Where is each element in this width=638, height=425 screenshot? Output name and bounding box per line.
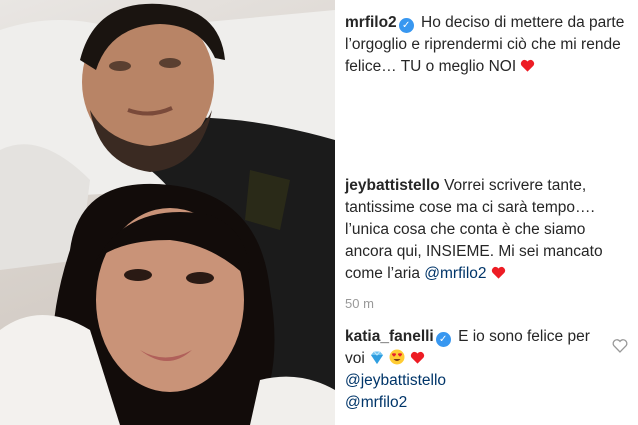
verified-badge-icon: ✓ [398,18,414,33]
mention-link[interactable]: @mrfilo2 [345,394,407,411]
comment-username[interactable]: katia_fanelli [345,328,434,345]
comment: jeybattistello Vorrei scrivere tante, ta… [345,175,630,285]
post-photo[interactable] [0,0,335,425]
like-heart-icon[interactable] [612,338,628,354]
red-heart-emoji [410,351,424,364]
couple-selfie-image [0,3,335,425]
comment-username[interactable]: jeybattistello [345,177,440,194]
post-caption: mrfilo2 ✓ Ho deciso di mettere da parte l… [345,12,630,78]
comment: katia_fanelli ✓ E io sono felice per voi … [345,326,604,414]
blue-diamond-emoji [371,351,384,364]
post-username[interactable]: mrfilo2 [345,14,397,31]
comment-timestamp: 50 m [345,296,374,311]
red-heart-emoji [521,59,535,72]
mention-link[interactable]: @mrfilo2 [424,265,486,282]
heart-eyes-emoji [389,349,405,365]
red-heart-emoji [491,266,505,279]
comments-panel: mrfilo2 ✓ Ho deciso di mettere da parte l… [335,0,638,425]
mention-link[interactable]: @jeybattistello [345,372,446,389]
verified-badge-icon: ✓ [435,332,451,347]
